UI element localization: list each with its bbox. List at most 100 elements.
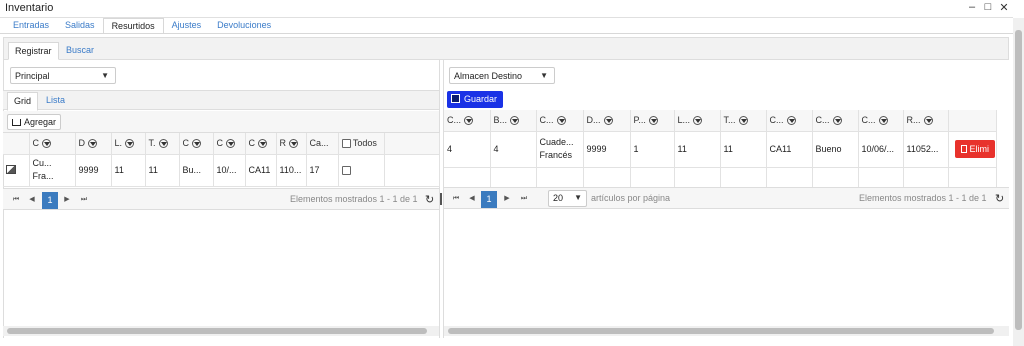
scrollbar-thumb[interactable] — [7, 328, 427, 334]
add-button-label: Agregar — [24, 117, 57, 127]
header-cell[interactable]: R — [276, 133, 307, 155]
header-cell[interactable]: C — [245, 133, 277, 155]
table-cell: 17 — [306, 154, 339, 187]
table-cell: 11 — [674, 131, 721, 168]
header-cell — [948, 110, 997, 132]
tab-lista[interactable]: Lista — [40, 92, 71, 110]
filter-icon — [42, 139, 51, 149]
left-pager: ⏮ ◀ 1 ▶ ⏭ Elementos mostrados 1 - 1 de 1… — [3, 188, 439, 210]
splitter[interactable] — [440, 193, 442, 205]
header-cell[interactable]: C... — [812, 110, 859, 132]
header-cell[interactable]: L. — [111, 133, 146, 155]
filter-icon — [88, 139, 97, 149]
filter-icon — [258, 139, 267, 149]
page-size-select[interactable]: 20 ▼ — [548, 190, 587, 207]
header-cell[interactable]: B... — [490, 110, 537, 132]
header-cell[interactable]: Ca... — [306, 133, 339, 155]
destination-select[interactable]: Almacen Destino ▼ — [449, 67, 555, 84]
header-cell[interactable]: C... — [858, 110, 904, 132]
table-cell: 10/06/... — [858, 131, 904, 168]
close-icon[interactable]: ✕ — [998, 1, 1010, 14]
current-page-button[interactable]: 1 — [42, 192, 58, 209]
minimize-icon[interactable]: – — [966, 1, 978, 13]
table-cell: 11 — [145, 154, 180, 187]
add-button[interactable]: Agregar — [7, 114, 62, 130]
prev-page-icon[interactable]: ◀ — [25, 193, 39, 207]
header-cell[interactable]: D — [75, 133, 112, 155]
filter-icon — [878, 116, 888, 126]
tab-grid[interactable]: Grid — [7, 92, 39, 111]
right-horizontal-scrollbar[interactable] — [444, 326, 1009, 336]
window-title: Inventario — [5, 2, 54, 14]
first-page-icon[interactable]: ⏮ — [449, 192, 463, 206]
delete-button[interactable]: Elimi — [954, 140, 995, 158]
header-cell[interactable]: T... — [720, 110, 767, 132]
header-cell[interactable]: R... — [903, 110, 949, 132]
header-cell[interactable]: L... — [674, 110, 721, 132]
view-tabs: Grid Lista — [3, 90, 439, 111]
header-cell[interactable]: T. — [145, 133, 180, 155]
destination-select-value: Almacen Destino — [454, 71, 523, 81]
trash-icon — [960, 145, 967, 153]
image-icon — [6, 164, 16, 174]
filter-icon — [603, 116, 613, 126]
left-horizontal-scrollbar[interactable] — [3, 326, 439, 336]
table-row: Cu... Fra... 9999 11 11 Bu... 10/... CA1… — [3, 154, 440, 187]
scrollbar-thumb[interactable] — [448, 328, 994, 334]
filter-icon — [786, 116, 796, 126]
next-page-icon[interactable]: ▶ — [500, 192, 514, 206]
image-cell[interactable] — [3, 154, 30, 187]
table-cell: 1 — [630, 131, 675, 168]
table-cell: 9999 — [583, 131, 631, 168]
header-cell[interactable]: C... — [766, 110, 813, 132]
warehouse-select[interactable]: Principal ▼ — [10, 67, 116, 84]
header-cell[interactable]: D... — [583, 110, 631, 132]
header-row: C D L. T. C C C R Ca... Todos — [3, 133, 440, 155]
header-cell-todos[interactable]: Todos — [338, 133, 385, 155]
last-page-icon[interactable]: ⏭ — [77, 193, 91, 207]
header-cell[interactable]: C — [29, 133, 76, 155]
select-all-checkbox[interactable] — [341, 139, 351, 149]
filter-icon — [648, 116, 658, 126]
filter-icon — [192, 139, 201, 149]
current-page-button[interactable]: 1 — [481, 191, 497, 208]
table-cell: 4 — [444, 131, 491, 168]
header-cell[interactable]: C... — [444, 110, 491, 132]
filter-icon — [510, 116, 520, 126]
chevron-down-icon: ▼ — [101, 71, 109, 80]
tab-registrar[interactable]: Registrar — [8, 42, 59, 60]
main-tabs: Entradas Salidas Resurtidos Ajustes Devo… — [5, 18, 279, 34]
table-cell: 11 — [111, 154, 146, 187]
tab-devoluciones[interactable]: Devoluciones — [209, 18, 279, 34]
left-toolbar: Agregar — [3, 111, 439, 133]
table-cell: Elimi — [948, 131, 997, 168]
table-cell: 110... — [276, 154, 307, 187]
row-checkbox[interactable] — [341, 166, 351, 176]
save-button[interactable]: Guardar — [447, 91, 503, 108]
page-size-label: artículos por página — [591, 193, 671, 203]
header-cell[interactable]: C — [179, 133, 214, 155]
vertical-scrollbar[interactable] — [1013, 18, 1024, 346]
header-cell[interactable]: P... — [630, 110, 675, 132]
tab-salidas[interactable]: Salidas — [57, 18, 103, 34]
first-page-icon[interactable]: ⏮ — [9, 193, 23, 207]
tab-resurtidos[interactable]: Resurtidos — [102, 18, 164, 34]
filter-icon — [464, 116, 474, 126]
warehouse-select-value: Principal — [15, 71, 50, 81]
filter-icon — [289, 139, 298, 149]
header-cell[interactable]: C — [213, 133, 246, 155]
header-cell[interactable]: C... — [536, 110, 584, 132]
refresh-icon[interactable]: ↻ — [995, 192, 1004, 205]
next-page-icon[interactable]: ▶ — [60, 193, 74, 207]
prev-page-icon[interactable]: ◀ — [465, 192, 479, 206]
refresh-icon[interactable]: ↻ — [425, 193, 434, 206]
header-row: C... B... C... D... P... L... T... C... … — [444, 110, 997, 132]
scrollbar-thumb[interactable] — [1015, 30, 1022, 330]
tab-buscar[interactable]: Buscar — [60, 42, 100, 60]
tab-ajustes[interactable]: Ajustes — [164, 18, 210, 34]
tab-entradas[interactable]: Entradas — [5, 18, 57, 34]
last-page-icon[interactable]: ⏭ — [517, 192, 531, 206]
maximize-icon[interactable]: □ — [982, 1, 994, 13]
table-cell — [338, 154, 385, 187]
table-cell: 11 — [720, 131, 767, 168]
